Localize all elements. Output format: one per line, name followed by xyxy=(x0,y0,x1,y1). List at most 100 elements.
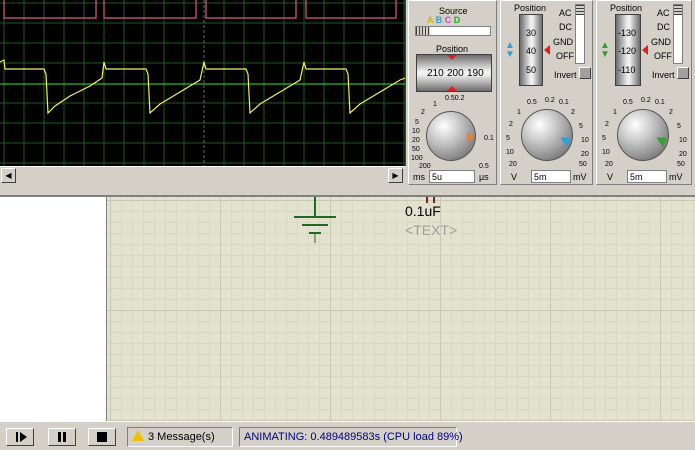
ch2-volts-value-box[interactable]: 5m xyxy=(627,170,667,183)
ch1-invert-button[interactable] xyxy=(579,67,591,79)
timebase-unit-left: ms xyxy=(413,172,425,182)
ch1-coupling-gnd[interactable]: GND xyxy=(553,37,573,47)
timebase-tick: 20 xyxy=(412,137,420,144)
timebase-tick: 10 xyxy=(412,128,420,135)
channel-a-label[interactable]: A xyxy=(427,15,433,25)
ch2-scale-tick: 0.5 xyxy=(623,99,633,106)
channel-b-panel: Position -130 -120 -110 ▲ ▼ AC DC GND OFF… xyxy=(596,0,692,185)
step-button[interactable] xyxy=(6,428,34,446)
channel-a-panel: Position 30 40 50 ▲ ▼ AC DC GND OFF Inver… xyxy=(500,0,593,185)
ch2-drum-tick: -130 xyxy=(618,28,637,38)
ch2-coupling-slider[interactable] xyxy=(673,4,683,64)
ch1-position-title: Position xyxy=(514,3,547,13)
schematic-canvas[interactable]: 0.1uF <TEXT> xyxy=(107,195,695,421)
ch1-drum-tick: 50 xyxy=(526,65,537,75)
timebase-scale-top: 0.50.2 xyxy=(445,95,465,102)
timebase-tick: 100 xyxy=(411,155,423,162)
drum-tick-200: 200 xyxy=(447,68,464,79)
stop-button[interactable] xyxy=(88,428,116,446)
ch2-coupling-ac[interactable]: AC xyxy=(657,8,670,18)
timebase-tick: 1 xyxy=(433,101,437,108)
ch2-volts-per-div-knob[interactable] xyxy=(617,109,670,161)
ch1-coupling-ac[interactable]: AC xyxy=(559,8,572,18)
ch2-position-marker-icon xyxy=(642,45,648,55)
timebase-tick: 2 xyxy=(421,109,425,116)
status-bar: 3 Message(s) ANIMATING: 0.489489583s (CP… xyxy=(0,421,695,450)
ch2-scale-tick: 10 xyxy=(679,137,687,144)
ch1-scale-tick: 0.5 xyxy=(527,99,537,106)
ch1-scale-tick: 10 xyxy=(581,137,589,144)
ch1-unit-left: V xyxy=(511,172,518,182)
source-channel-labels: A B C D xyxy=(427,15,460,25)
ch1-coupling-dc[interactable]: DC xyxy=(559,22,572,32)
scope-display xyxy=(0,0,406,166)
animation-status: ANIMATING: 0.489489583s (CPU load 89%) xyxy=(239,427,463,447)
capacitor-value-label: 0.1uF xyxy=(405,203,441,219)
ch1-volts-value-box[interactable]: 5m xyxy=(531,170,571,183)
channel-b-label[interactable]: B xyxy=(436,15,443,25)
capacitor-text-label: <TEXT> xyxy=(405,222,458,238)
ch1-position-arrows-icon[interactable]: ▲ ▼ xyxy=(505,41,515,60)
ch2-scale-tick: 1 xyxy=(613,109,617,116)
ch1-scale-tick: 1 xyxy=(517,109,521,116)
ch2-scale-tick: 10 xyxy=(602,149,610,156)
ch2-position-arrows-icon[interactable]: ▲ ▼ xyxy=(600,41,610,60)
ch2-invert-button[interactable] xyxy=(677,67,689,79)
ch2-coupling-off[interactable]: OFF xyxy=(654,51,672,61)
channel-d-label[interactable]: D xyxy=(454,15,461,25)
ch2-scale-tick: 0.2 xyxy=(641,97,651,104)
position-marker-bottom xyxy=(447,86,457,91)
ch1-vertical-position-drum[interactable]: 30 40 50 xyxy=(519,14,543,86)
ch1-scale-tick: 50 xyxy=(579,161,587,168)
horizontal-position-drum[interactable]: 210 200 190 xyxy=(416,54,492,92)
timebase-tick: 5 xyxy=(415,119,419,126)
ch1-drum-tick: 40 xyxy=(526,46,537,56)
ch2-vertical-position-drum[interactable]: -130 -120 -110 xyxy=(615,14,641,86)
scope-traces xyxy=(0,0,406,166)
scope-horizontal-scrollbar[interactable]: ◀ ▶ xyxy=(0,166,405,185)
ch1-knob-marker xyxy=(560,132,574,148)
ch2-unit-right: mV xyxy=(669,172,683,182)
ch1-coupling-thumb[interactable] xyxy=(576,5,584,15)
ch1-coupling-off[interactable]: OFF xyxy=(556,51,574,61)
timebase-position-title: Position xyxy=(436,44,469,54)
ch1-volts-per-div-knob[interactable] xyxy=(521,109,574,161)
ch2-scale-tick: 5 xyxy=(602,135,606,142)
channel-c-label[interactable]: C xyxy=(445,15,452,25)
messages-panel[interactable]: 3 Message(s) xyxy=(127,427,233,447)
ch2-scale-tick: 2 xyxy=(669,109,673,116)
ch2-scale-tick: 5 xyxy=(677,123,681,130)
timebase-knob-marker xyxy=(467,132,474,142)
timebase-knob[interactable] xyxy=(426,111,476,161)
ch2-coupling-gnd[interactable]: GND xyxy=(651,37,671,47)
pause-icon xyxy=(58,432,66,442)
ch2-knob-marker xyxy=(656,132,670,148)
ch2-coupling-dc[interactable]: DC xyxy=(657,22,670,32)
stop-icon xyxy=(97,432,107,442)
ch2-invert-label: Invert xyxy=(652,70,675,80)
component-sidebar[interactable] xyxy=(0,195,107,421)
ch2-scale-tick: 50 xyxy=(677,161,685,168)
ch2-drum-tick: -110 xyxy=(618,65,636,75)
ch1-scale-tick: 5 xyxy=(579,123,583,130)
oscilloscope-window: ◀ ▶ Source A B C D Position 210 200 190 … xyxy=(0,0,695,197)
source-slider[interactable] xyxy=(415,26,491,36)
ch2-coupling-thumb[interactable] xyxy=(674,5,682,15)
ch1-coupling-slider[interactable] xyxy=(575,4,585,64)
ch1-drum-tick: 30 xyxy=(526,28,537,38)
ch1-scale-tick: 5 xyxy=(506,135,510,142)
timebase-value-box[interactable]: 5u xyxy=(429,170,475,183)
timebase-tick: 0.5 xyxy=(479,163,489,170)
pause-button[interactable] xyxy=(48,428,76,446)
ch2-scale-tick: 0.1 xyxy=(655,99,665,106)
ground-symbol[interactable] xyxy=(290,195,340,243)
scroll-right-button[interactable]: ▶ xyxy=(388,168,403,183)
ch1-scale-tick: 10 xyxy=(506,149,514,156)
scroll-left-button[interactable]: ◀ xyxy=(1,168,16,183)
ch1-position-marker-icon xyxy=(544,45,550,55)
ch2-position-title: Position xyxy=(610,3,643,13)
drum-tick-210: 210 xyxy=(427,68,444,79)
source-slider-thumb[interactable] xyxy=(416,27,430,35)
messages-count: 3 Message(s) xyxy=(148,431,215,443)
ch1-scale-tick: 0.1 xyxy=(559,99,569,106)
